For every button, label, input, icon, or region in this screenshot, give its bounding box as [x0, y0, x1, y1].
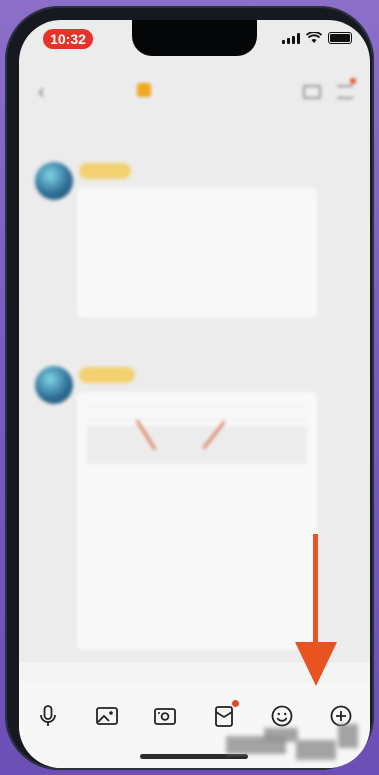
status-icons — [282, 32, 352, 44]
red-arrow-mark — [202, 420, 226, 450]
voice-button[interactable] — [28, 696, 68, 736]
red-arrow-mark — [136, 420, 156, 450]
microphone-icon — [40, 705, 57, 726]
wifi-icon — [306, 32, 322, 43]
signal-icon — [282, 32, 300, 44]
image-button[interactable] — [87, 696, 127, 736]
image-icon — [95, 707, 118, 725]
chat-header: ‹ — [19, 58, 370, 104]
message-bubble[interactable] — [77, 392, 317, 650]
status-bar: 10:32 — [19, 20, 370, 58]
camera-icon — [154, 708, 177, 725]
member-badge — [79, 367, 135, 383]
battery-icon — [328, 32, 352, 44]
camera-button[interactable] — [145, 696, 185, 736]
group-title-area — [137, 83, 157, 97]
menu-icon[interactable] — [337, 85, 353, 99]
notification-dot — [231, 700, 239, 707]
status-time: 10:32 — [43, 29, 93, 49]
group-logo-icon — [137, 83, 151, 97]
watermark — [226, 720, 362, 764]
annotation-arrow-down-icon — [295, 534, 337, 686]
embedded-image[interactable] — [87, 420, 307, 464]
member-badge — [79, 163, 131, 179]
notification-dot — [350, 78, 356, 84]
message-bubble[interactable] — [77, 188, 317, 318]
avatar[interactable] — [35, 366, 73, 404]
chevron-left-icon[interactable]: ‹ — [38, 81, 45, 104]
avatar[interactable] — [35, 162, 73, 200]
video-icon[interactable] — [303, 85, 321, 99]
link-row — [87, 406, 307, 420]
